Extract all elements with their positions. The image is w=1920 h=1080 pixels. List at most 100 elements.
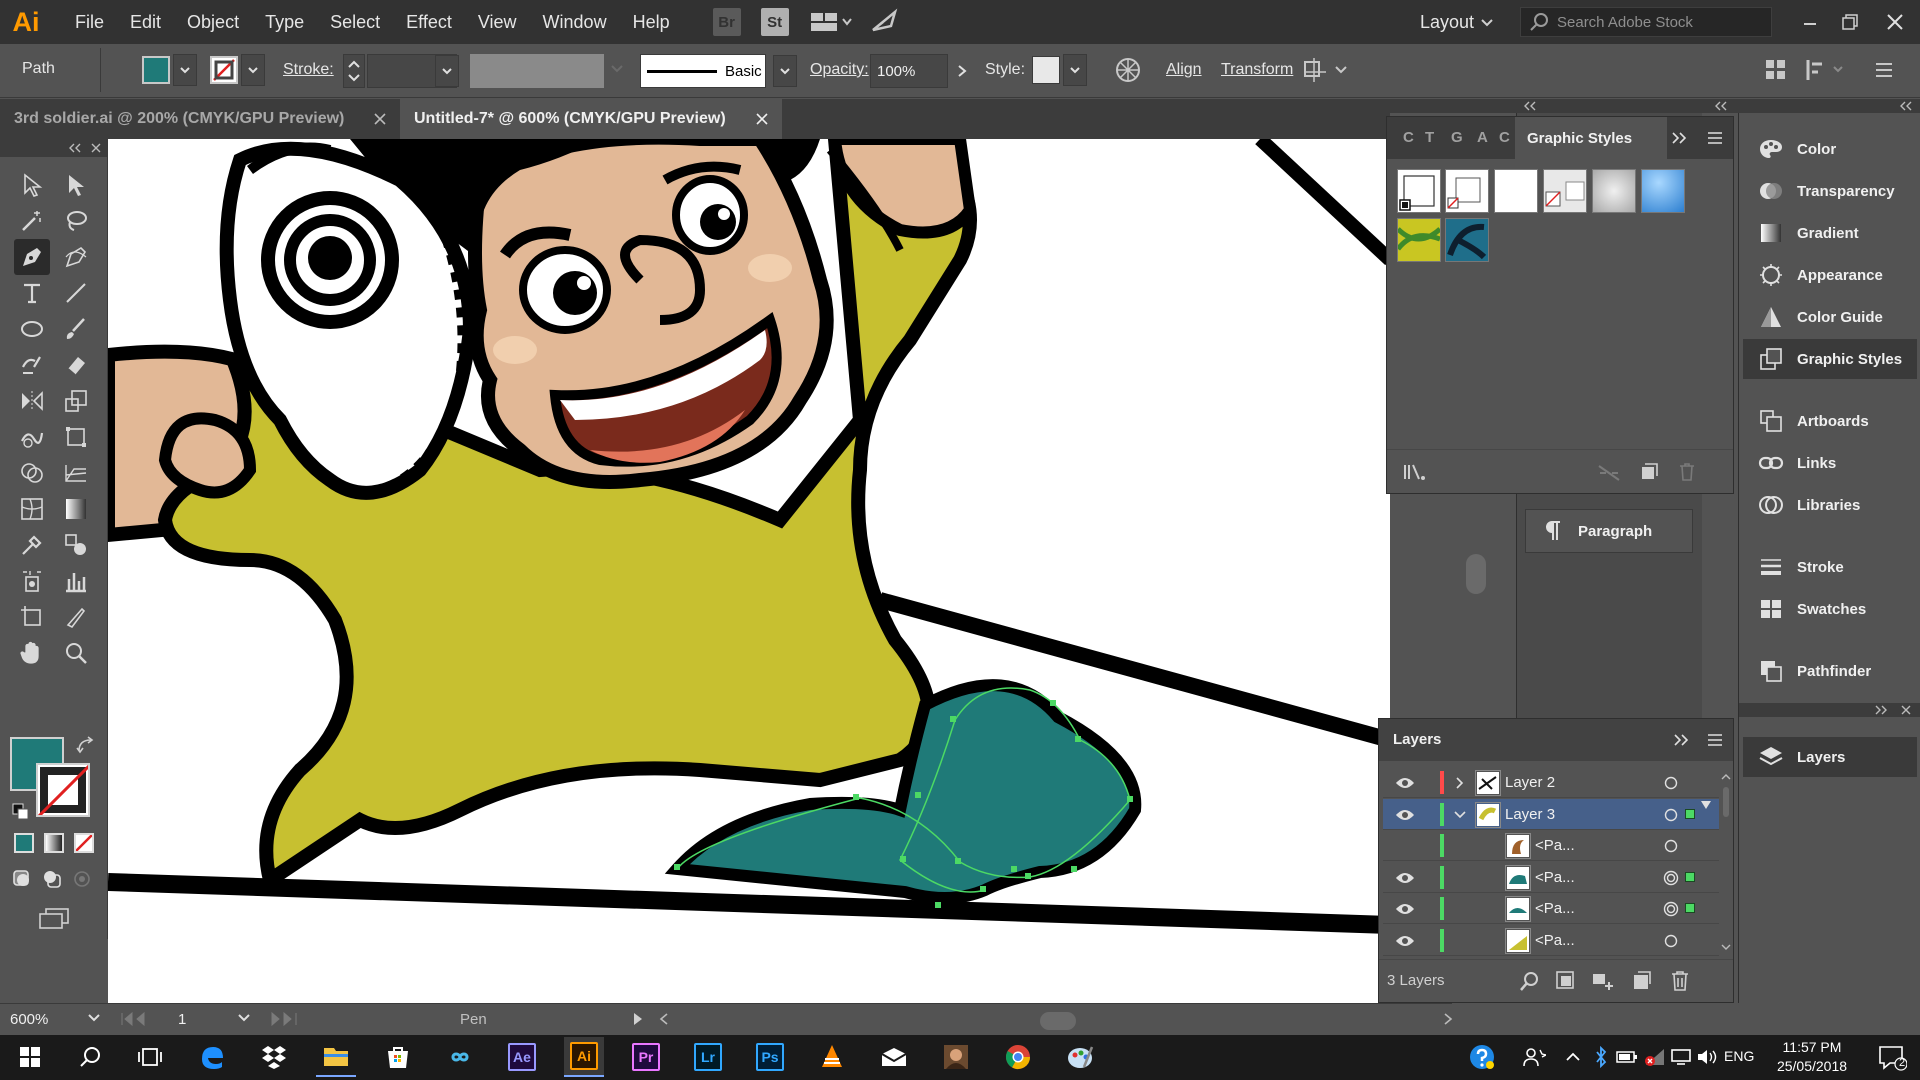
- slice-tool-icon[interactable]: [58, 599, 94, 635]
- layers-panel-title[interactable]: Layers: [1393, 731, 1441, 748]
- artboard-number[interactable]: 1: [178, 1011, 186, 1028]
- path-row[interactable]: <Pa...: [1383, 925, 1719, 956]
- illustrator-icon[interactable]: Ai: [564, 1037, 604, 1077]
- tab-color-guide[interactable]: C: [1499, 129, 1510, 146]
- new-layer-icon[interactable]: [1631, 970, 1653, 992]
- task-view-icon[interactable]: [130, 1037, 170, 1077]
- chevron-right-icon[interactable]: [1453, 776, 1467, 790]
- photoshop-icon[interactable]: Ps: [750, 1037, 790, 1077]
- selection-indicator[interactable]: [1685, 808, 1695, 819]
- lasso-tool-icon[interactable]: [58, 203, 94, 239]
- locate-object-icon[interactable]: [1519, 970, 1541, 992]
- eye-visibility-icon[interactable]: [1395, 808, 1415, 822]
- display-icon[interactable]: [1668, 1037, 1694, 1077]
- graphic-style-libraries-icon[interactable]: [1403, 463, 1427, 481]
- menu-object[interactable]: Object: [174, 12, 252, 33]
- mesh-tool-icon[interactable]: [14, 491, 50, 527]
- search-icon[interactable]: [70, 1037, 110, 1077]
- tab-color[interactable]: C: [1403, 129, 1414, 146]
- first-artboard-icon[interactable]: [120, 1012, 160, 1026]
- stroke-weight-dropdown[interactable]: [435, 55, 459, 87]
- stock-button[interactable]: St: [760, 8, 789, 36]
- last-artboard-icon[interactable]: [270, 1012, 310, 1026]
- brush-dropdown[interactable]: [773, 55, 797, 87]
- dock-color[interactable]: Color: [1743, 129, 1917, 169]
- menu-type[interactable]: Type: [252, 12, 317, 33]
- symbol-sprayer-tool-icon[interactable]: [14, 563, 50, 599]
- help-tray-icon[interactable]: [1462, 1037, 1502, 1077]
- graphic-style-white[interactable]: [1494, 169, 1538, 213]
- collapse-icon[interactable]: [1715, 101, 1727, 111]
- recolor-artwork-icon[interactable]: [1114, 56, 1142, 84]
- panel-menu-icon[interactable]: [1707, 733, 1723, 747]
- minimize-button[interactable]: [1790, 2, 1830, 42]
- layer-row[interactable]: Layer 2: [1383, 767, 1719, 798]
- chevron-down-icon[interactable]: [1453, 808, 1467, 822]
- zoom-tool-icon[interactable]: [58, 635, 94, 671]
- expand-icon[interactable]: [1671, 132, 1687, 144]
- graphic-style-split[interactable]: [1543, 169, 1587, 213]
- target-icon[interactable]: [1663, 807, 1679, 823]
- dropbox-icon[interactable]: [254, 1037, 294, 1077]
- graphic-style-none[interactable]: [1445, 169, 1489, 213]
- reflect-tool-icon[interactable]: [14, 383, 50, 419]
- eye-visibility-icon[interactable]: [1395, 776, 1415, 790]
- arrange-panel-icon[interactable]: [1764, 58, 1788, 82]
- type-tool-icon[interactable]: [14, 275, 50, 311]
- create-sublayer-icon[interactable]: [1591, 970, 1615, 992]
- fill-swatch[interactable]: [142, 56, 170, 84]
- battery-icon[interactable]: [1614, 1037, 1640, 1077]
- distribute-icon[interactable]: [1804, 58, 1848, 82]
- dock-gradient[interactable]: Gradient: [1743, 213, 1917, 253]
- stroke-label[interactable]: Stroke:: [283, 61, 334, 79]
- graphic-style-yellow-pattern[interactable]: [1397, 218, 1441, 262]
- variable-width-profile[interactable]: [470, 54, 604, 88]
- notifications-icon[interactable]: 2: [1872, 1037, 1912, 1077]
- paint-app-icon[interactable]: [1060, 1037, 1100, 1077]
- close-icon[interactable]: [374, 113, 386, 125]
- menu-file[interactable]: File: [62, 12, 117, 33]
- vlc-icon[interactable]: [812, 1037, 852, 1077]
- dock-transparency[interactable]: Transparency: [1743, 171, 1917, 211]
- artboard-canvas[interactable]: [108, 139, 1390, 1003]
- expand-icon[interactable]: [1673, 734, 1689, 746]
- graphic-style-default[interactable]: [1397, 169, 1441, 213]
- target-icon[interactable]: [1663, 838, 1679, 854]
- ellipse-tool-icon[interactable]: [14, 311, 50, 347]
- menu-select[interactable]: Select: [317, 12, 393, 33]
- store-icon[interactable]: [378, 1037, 418, 1077]
- paintbrush-tool-icon[interactable]: [58, 311, 94, 347]
- after-effects-icon[interactable]: Ae: [502, 1037, 542, 1077]
- delete-icon[interactable]: [1669, 970, 1691, 992]
- layer-row[interactable]: Layer 3: [1383, 798, 1719, 830]
- collapse-icon[interactable]: [1900, 101, 1912, 111]
- target-appearance-icon[interactable]: [1663, 870, 1679, 886]
- brush-definition[interactable]: Basic: [640, 54, 766, 88]
- gradient-tool-icon[interactable]: [58, 491, 94, 527]
- dock-libraries[interactable]: Libraries: [1743, 485, 1917, 525]
- eye-visibility-icon[interactable]: [1395, 902, 1415, 916]
- menu-view[interactable]: View: [465, 12, 530, 33]
- target-icon[interactable]: [1663, 775, 1679, 791]
- gpu-performance-icon[interactable]: [869, 8, 899, 36]
- bluetooth-icon[interactable]: [1588, 1037, 1614, 1077]
- edge-icon[interactable]: [192, 1037, 232, 1077]
- scale-tool-icon[interactable]: [58, 383, 94, 419]
- curvature-tool-icon[interactable]: [58, 239, 94, 275]
- graphic-style-gray-gradient[interactable]: [1592, 169, 1636, 213]
- clock[interactable]: 11:57 PM 25/05/2018: [1762, 1038, 1862, 1078]
- style-dropdown[interactable]: [1063, 54, 1087, 86]
- gradient-mode-button[interactable]: [44, 833, 64, 853]
- layer-name[interactable]: Layer 3: [1505, 806, 1555, 823]
- selection-indicator[interactable]: [1685, 871, 1695, 882]
- network-icon[interactable]: [1642, 1037, 1668, 1077]
- graphic-style-blue-gradient[interactable]: [1641, 169, 1685, 213]
- scroll-right-icon[interactable]: [1442, 1012, 1454, 1026]
- lightroom-icon[interactable]: Lr: [688, 1037, 728, 1077]
- dock-color-guide[interactable]: Color Guide: [1743, 297, 1917, 337]
- zoom-level[interactable]: 600%: [10, 1011, 48, 1028]
- status-menu-arrow-icon[interactable]: [632, 1012, 644, 1026]
- search-stock-input[interactable]: Search Adobe Stock: [1520, 7, 1772, 37]
- close-button[interactable]: [1870, 2, 1920, 42]
- panel-menu-icon[interactable]: [1707, 131, 1723, 145]
